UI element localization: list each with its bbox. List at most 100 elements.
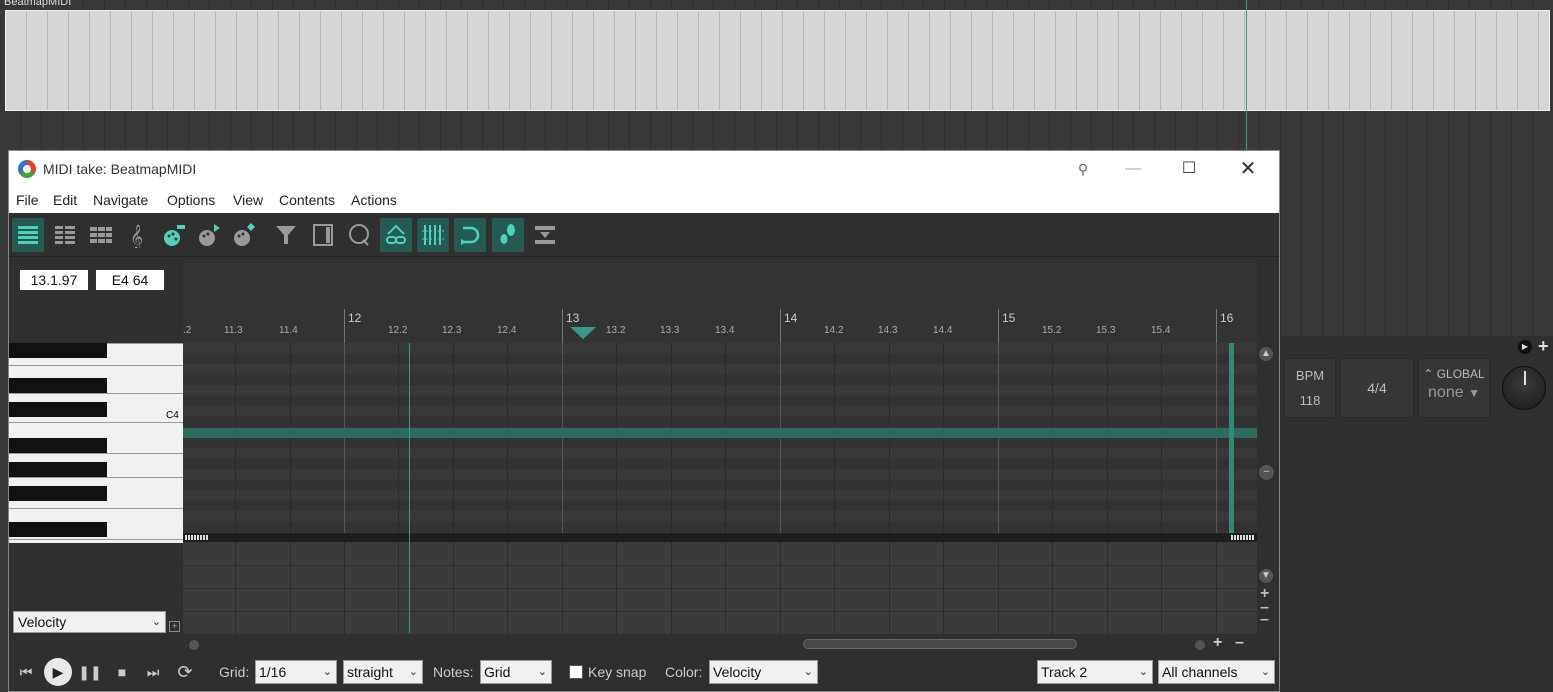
notation-view-icon[interactable]: 𝄞 (121, 218, 153, 252)
color-select[interactable]: Velocity ⌄ (709, 660, 818, 684)
transport-add-icon[interactable]: + (1538, 336, 1549, 357)
repeat-icon[interactable]: ⟳ (174, 661, 196, 683)
grid-line (889, 343, 890, 533)
grid-line (943, 343, 944, 533)
piano-roll-view-icon[interactable] (12, 218, 44, 252)
step-input-icon[interactable] (193, 218, 225, 252)
zoom-out-vertical-icon[interactable]: – (1259, 465, 1274, 480)
event-list-view-icon[interactable] (85, 218, 117, 252)
reaper-logo-icon (18, 160, 36, 178)
go-to-start-icon[interactable]: ⏮ (15, 661, 37, 683)
grid-select[interactable]: 1/16 ⌄ (255, 660, 337, 684)
ruler-label: 15.3 (1096, 325, 1116, 336)
ruler-label: 13.2 (606, 325, 626, 336)
step-record-icon[interactable] (492, 218, 524, 252)
transport-panel: ▶ + BPM 118 4/4 ⌃ GLOBAL none ▼ (1280, 336, 1553, 692)
divider-grip-right[interactable] (1231, 535, 1255, 540)
title-bar[interactable]: MIDI take: BeatmapMIDI ⚲ — ☐ ✕ (9, 151, 1279, 187)
horizontal-scrollbar[interactable]: + – (183, 634, 1257, 653)
ruler-label: 12 (348, 311, 362, 325)
insert-event-icon[interactable] (228, 218, 260, 252)
menu-actions[interactable]: Actions (351, 192, 397, 208)
pin-icon[interactable]: ⚲ (1071, 157, 1095, 181)
ruler-label: 15 (1002, 311, 1016, 325)
ruler-label: 11.4 (279, 325, 298, 336)
stop-icon[interactable]: ■ (111, 661, 133, 683)
item-end-marker[interactable] (1229, 343, 1234, 533)
time-signature-display[interactable]: 4/4 (1340, 358, 1414, 418)
black-key[interactable] (9, 378, 107, 393)
menu-contents[interactable]: Contents (279, 192, 335, 208)
scrollbar-thumb[interactable] (803, 639, 1077, 649)
named-notes-view-icon[interactable] (49, 218, 81, 252)
timeline-ruler[interactable]: 12 13 14 15 16 .2 11.3 11.4 12.2 12.3 12… (183, 263, 1257, 343)
import-icon[interactable] (529, 218, 561, 252)
filter-icon[interactable] (270, 218, 302, 252)
toolbar: 𝄞 (9, 213, 1279, 257)
grid-icon[interactable] (417, 218, 449, 252)
h-zoom-out-icon[interactable]: – (1235, 634, 1244, 652)
piano-roll-grid[interactable] (183, 343, 1257, 533)
track-value: Track 2 (1041, 664, 1088, 680)
close-icon[interactable]: ✕ (1236, 157, 1260, 181)
black-key[interactable] (9, 402, 107, 417)
transport-play-icon[interactable]: ▶ (1518, 340, 1532, 354)
black-key[interactable] (9, 522, 107, 537)
channel-select[interactable]: All channels ⌄ (1158, 660, 1275, 684)
divider-grip-left[interactable] (185, 535, 209, 540)
grid-type-select[interactable]: straight ⌄ (343, 660, 423, 684)
midi-item[interactable] (5, 10, 1550, 111)
cc-lane[interactable] (183, 542, 1257, 634)
minimize-icon[interactable]: — (1121, 157, 1145, 181)
menu-options[interactable]: Options (167, 192, 215, 208)
cc-grid-line (562, 542, 563, 634)
black-key[interactable] (9, 343, 107, 358)
ruler-bar-line (344, 309, 345, 343)
track-select[interactable]: Track 2 ⌄ (1037, 660, 1153, 684)
bpm-display[interactable]: BPM 118 (1284, 358, 1336, 418)
global-automation-box[interactable]: ⌃ GLOBAL none ▼ (1418, 358, 1490, 418)
insert-note-icon[interactable] (158, 218, 190, 252)
edit-cursor-marker[interactable] (570, 327, 596, 339)
zoom-out-icon[interactable]: – (1260, 611, 1269, 629)
scroll-left-icon[interactable] (189, 640, 199, 650)
notes-select[interactable]: Grid ⌄ (480, 660, 552, 684)
h-zoom-in-icon[interactable]: + (1213, 634, 1222, 652)
scroll-down-icon[interactable]: ▼ (1259, 569, 1273, 583)
color-value: Velocity (713, 664, 762, 680)
cc-lane-select[interactable]: Velocity ⌄ (13, 611, 166, 633)
grid-line (1107, 343, 1108, 533)
menu-view[interactable]: View (233, 192, 263, 208)
menu-edit[interactable]: Edit (53, 192, 77, 208)
black-key[interactable] (9, 438, 107, 453)
menu-navigate[interactable]: Navigate (93, 192, 148, 208)
play-icon[interactable]: ▶ (44, 658, 72, 686)
master-volume-knob[interactable] (1502, 366, 1546, 410)
link-edit-cursor-icon[interactable] (380, 218, 412, 252)
add-lane-icon[interactable]: + (169, 621, 180, 632)
maximize-icon[interactable]: ☐ (1177, 157, 1201, 181)
ruler-bar-line (1216, 309, 1217, 343)
key-snap-checkbox[interactable] (569, 665, 583, 679)
loop-icon[interactable] (454, 218, 486, 252)
note-properties-icon[interactable] (307, 218, 339, 252)
grid-line (290, 343, 291, 533)
chevron-down-icon: ⌄ (537, 666, 547, 678)
quantize-icon[interactable] (343, 218, 375, 252)
grid-type-value: straight (347, 664, 393, 680)
grid-line (1161, 343, 1162, 533)
pause-icon[interactable]: ❚❚ (78, 661, 101, 683)
scroll-right-icon[interactable] (1195, 640, 1205, 650)
black-key[interactable] (9, 462, 107, 477)
grid-line (671, 343, 672, 533)
piano-keyboard[interactable]: C4 (9, 343, 183, 543)
menu-file[interactable]: File (16, 192, 39, 208)
scroll-up-icon[interactable]: ▲ (1259, 347, 1273, 361)
black-key[interactable] (9, 486, 107, 501)
cc-grid-line (1107, 542, 1108, 634)
go-to-end-icon[interactable]: ⏭ (142, 661, 164, 683)
pitch-field[interactable]: E4 64 (95, 269, 165, 291)
lane-divider[interactable] (183, 533, 1257, 542)
chevron-down-icon: ⌄ (151, 616, 161, 628)
position-field[interactable]: 13.1.97 (19, 269, 89, 291)
